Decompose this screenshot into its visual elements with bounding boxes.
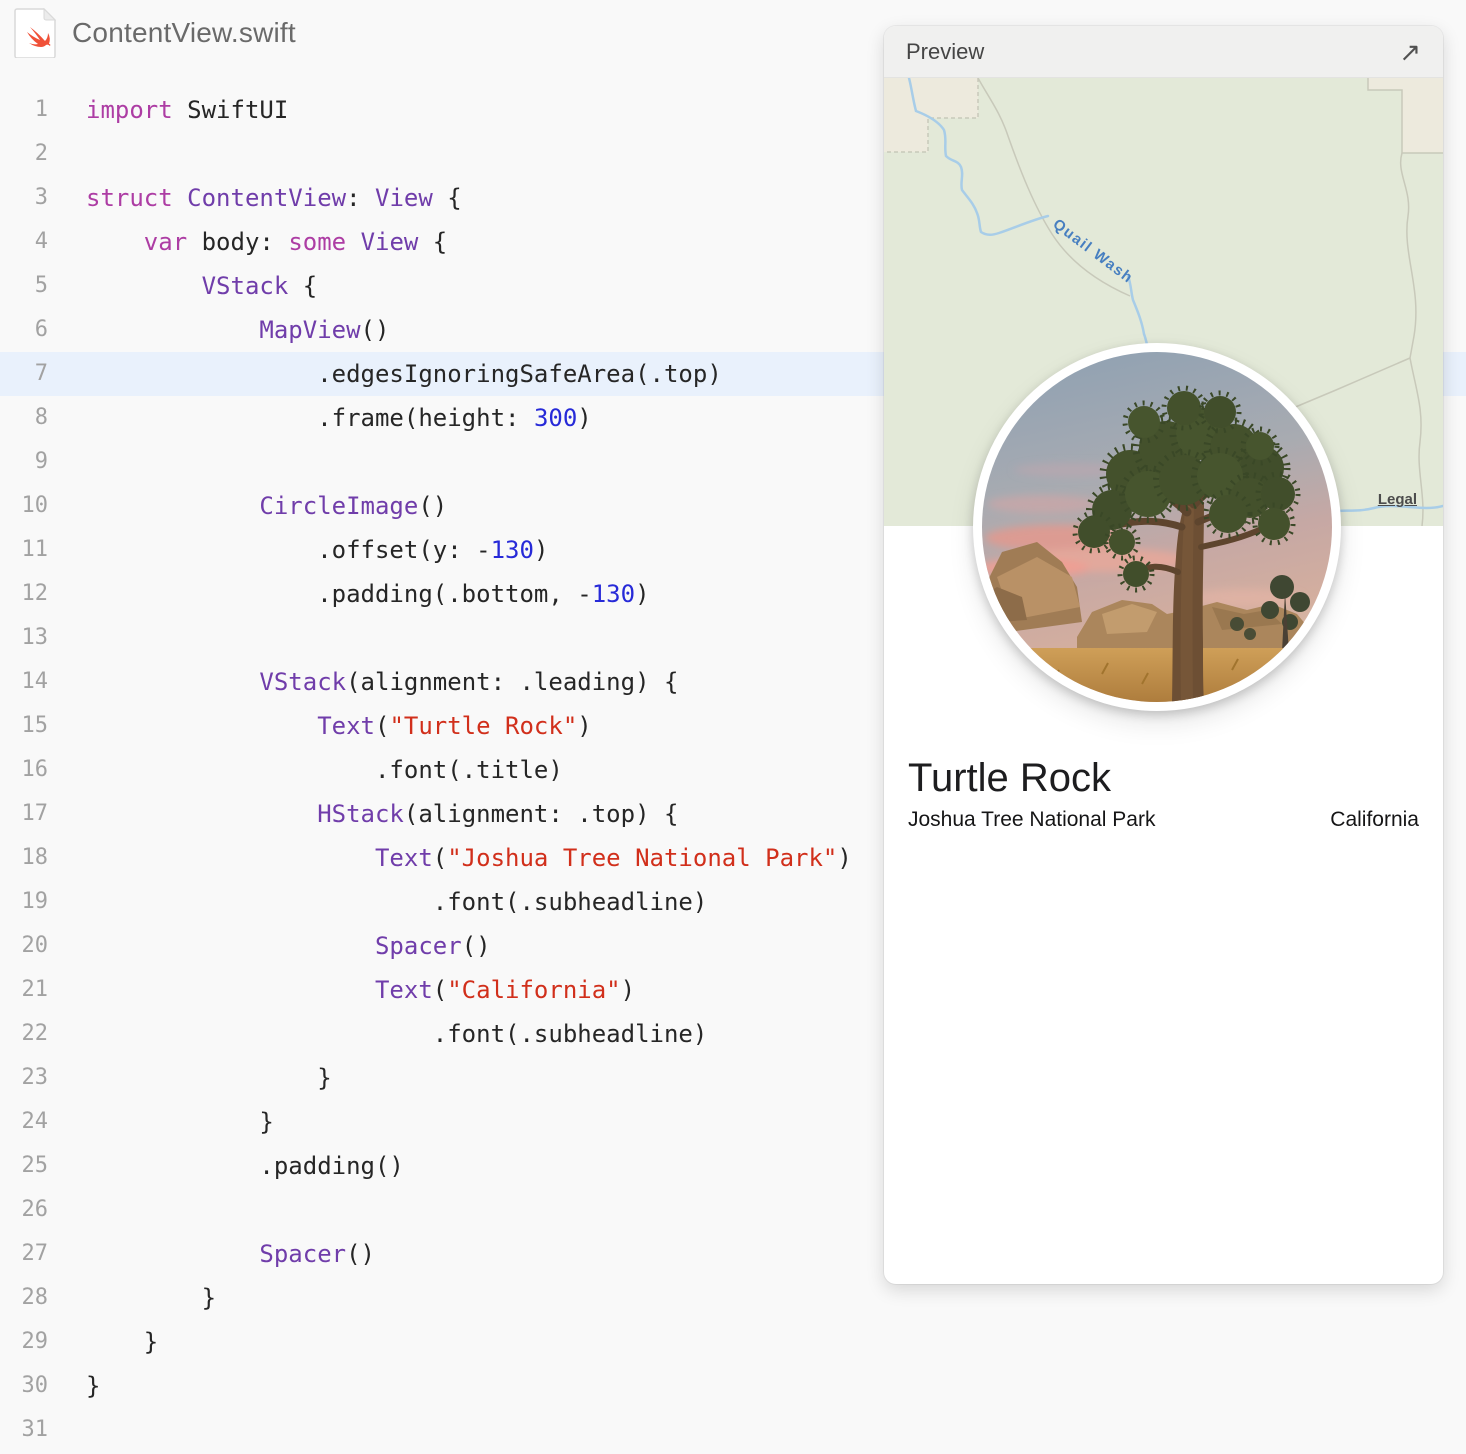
code-line[interactable]: 30} [0,1364,1466,1408]
line-number: 25 [21,1153,49,1178]
line-number: 16 [21,757,49,782]
line-number: 30 [21,1373,49,1398]
code-text: VStack { [201,272,318,300]
line-number: 4 [34,229,48,254]
file-title: ContentView.swift [72,17,296,48]
code-text: MapView() [259,316,390,344]
expand-preview-icon[interactable]: ↗ [1399,39,1421,65]
code-text: .padding() [259,1152,404,1180]
code-text: Spacer() [259,1240,375,1268]
line-number: 31 [21,1417,49,1442]
code-text: Text("Joshua Tree National Park") [374,844,852,872]
line-number: 23 [21,1065,49,1090]
code-text: } [86,1372,101,1400]
code-text: .edgesIgnoringSafeArea(.top) [317,360,722,388]
line-number: 2 [34,141,48,166]
code-text: Spacer() [374,932,491,960]
line-number: 26 [21,1197,49,1222]
line-number: 11 [21,537,49,562]
line-number: 5 [34,273,48,298]
page: { "window": { "title": "ContentView.swif… [0,0,1466,1454]
line-number: 7 [34,361,48,386]
line-number: 12 [21,581,49,606]
code-text: .padding(.bottom, -130) [317,580,650,608]
line-number: 6 [34,317,48,342]
line-number: 19 [21,889,49,914]
code-text: } [317,1064,332,1092]
landmark-title: Turtle Rock [908,756,1112,800]
line-number: 15 [21,713,49,738]
code-text: .offset(y: -130) [317,536,549,564]
preview-pane: Quail Wash Legal Preview ↗ Turtle Rock J… [884,26,1443,1284]
code-text: .font(.subheadline) [432,888,708,916]
code-text: VStack(alignment: .leading) { [259,668,679,696]
file-header: ContentView.swift [14,8,296,58]
circle-image-joshua-tree [973,343,1341,711]
line-number: 17 [21,801,49,826]
line-number: 29 [21,1329,49,1354]
preview-title: Preview [906,38,985,64]
map-legal-link[interactable]: Legal [1378,491,1417,508]
line-number: 22 [21,1021,49,1046]
line-number: 20 [21,933,49,958]
code-text: import SwiftUI [86,96,289,124]
line-number: 28 [21,1285,49,1310]
code-text: } [201,1284,217,1312]
swift-file-icon [14,8,56,58]
code-text: Text("Turtle Rock") [317,712,592,740]
preview-header: Preview ↗ [884,26,1443,78]
code-text: struct ContentView: View { [86,184,462,212]
code-text: var body: some View { [143,228,448,256]
line-number: 10 [21,493,49,518]
code-text: .font(.title) [374,756,563,784]
line-number: 21 [21,977,49,1002]
line-number: 18 [21,845,49,870]
code-text: HStack(alignment: .top) { [317,800,679,828]
code-text: CircleImage() [259,492,448,520]
line-number: 13 [21,625,49,650]
line-number: 27 [21,1241,49,1266]
code-text: } [259,1108,274,1136]
code-text: Text("California") [374,976,636,1004]
code-line[interactable]: 29 } [0,1320,1466,1364]
line-number: 14 [21,669,49,694]
code-text: .font(.subheadline) [432,1020,708,1048]
landmark-park: Joshua Tree National Park [908,808,1156,831]
line-number: 1 [34,97,48,122]
landmark-state: California [1330,808,1419,831]
landmark-info: Turtle Rock Joshua Tree National Park Ca… [908,756,1419,832]
code-text: } [143,1328,159,1356]
line-number: 3 [34,185,48,210]
line-number: 24 [21,1109,49,1134]
code-line[interactable]: 31 [0,1408,1466,1452]
code-text: .frame(height: 300) [317,404,592,432]
line-number: 9 [34,449,48,474]
line-number: 8 [34,405,48,430]
